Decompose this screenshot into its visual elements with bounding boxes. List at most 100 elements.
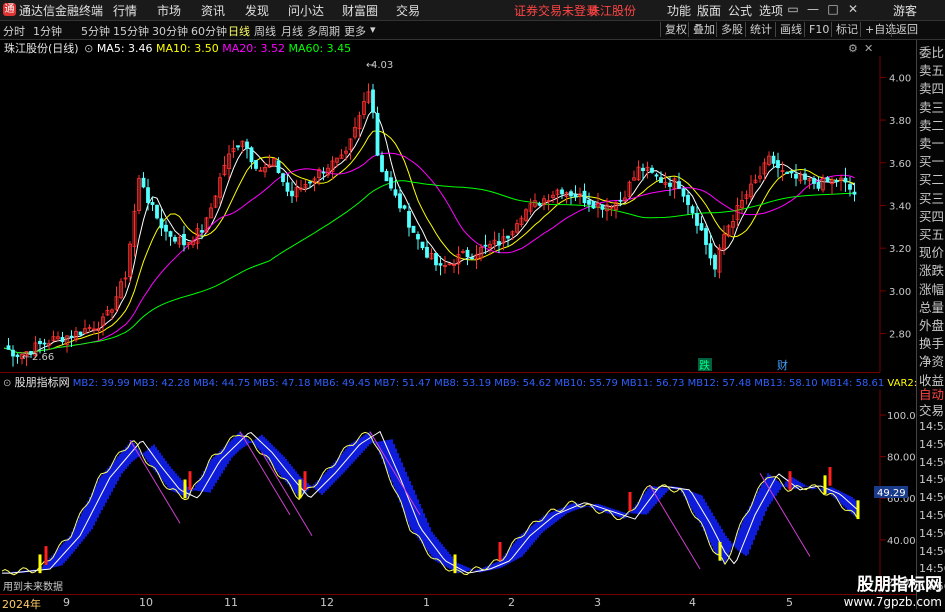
- guest-label[interactable]: 游客: [893, 2, 917, 19]
- candle-body: [582, 190, 587, 204]
- indicator-title[interactable]: 股朋指标网: [15, 376, 70, 389]
- candle-body: [398, 193, 402, 209]
- candle-body: [159, 218, 164, 229]
- period-60min[interactable]: 60分钟: [191, 23, 227, 39]
- candle-body: [537, 203, 542, 206]
- price-tick-label: 3.20: [889, 244, 911, 255]
- main-price-chart[interactable]: 4.003.803.603.403.203.002.80 4.03 ← ← 2.…: [0, 56, 916, 372]
- period-intraday[interactable]: 分时: [3, 23, 25, 39]
- candle-body: [182, 233, 186, 246]
- candle-body: [285, 182, 290, 192]
- indicator-legend-item: MB14: 58.61: [817, 378, 885, 389]
- period-5min[interactable]: 5分钟: [81, 23, 110, 39]
- candle-body: [654, 174, 659, 177]
- stock-title[interactable]: 珠江股份(日线): [4, 42, 79, 55]
- overlay-button[interactable]: 叠加: [688, 22, 719, 37]
- signal-bar: [788, 471, 792, 490]
- candle-body: [150, 201, 155, 205]
- tick-time: 14:56: [919, 509, 945, 522]
- menu-layout[interactable]: 版面: [697, 2, 721, 19]
- close-icon[interactable]: ✕: [843, 2, 863, 16]
- back-button[interactable]: 返回: [891, 22, 922, 37]
- draw-button[interactable]: 画线: [775, 22, 806, 37]
- candle-body: [173, 237, 177, 242]
- finance-event-label[interactable]: 财: [777, 358, 788, 372]
- month-label: 5: [786, 596, 793, 609]
- menu-assistant[interactable]: 问小达: [288, 2, 324, 19]
- candle-body: [591, 200, 596, 209]
- quote-field-label: 卖四: [919, 81, 945, 97]
- indicator-legend-item: MB9: 54.62: [491, 378, 552, 389]
- future-data-note: 用到未来数据: [3, 580, 63, 593]
- current-stock-notice[interactable]: 珠江股份: [588, 2, 636, 19]
- candle-body: [164, 224, 168, 232]
- candle-body: [843, 177, 848, 183]
- menu-trade[interactable]: 交易: [396, 2, 420, 19]
- multi-stock-button[interactable]: 多股: [716, 22, 747, 37]
- period-monthly[interactable]: 月线: [281, 23, 303, 39]
- menu-formula[interactable]: 公式: [728, 2, 752, 19]
- candle-body: [245, 141, 249, 149]
- indicator-chart[interactable]: 100.0080.0060.0040.0020.00 49.29 用到未来数据: [0, 390, 916, 594]
- menu-discover[interactable]: 发现: [245, 2, 269, 19]
- price-tick-label: 3.40: [889, 201, 911, 212]
- candle-body: [168, 231, 173, 237]
- candle-body: [641, 167, 645, 172]
- f10-button[interactable]: F10: [804, 22, 833, 37]
- period-weekly[interactable]: 周线: [254, 23, 276, 39]
- chevron-down-icon[interactable]: ▾: [370, 23, 376, 36]
- minimize-icon[interactable]: —: [803, 2, 823, 16]
- candle-body: [834, 179, 839, 183]
- candle-body: [380, 155, 384, 172]
- maximize-icon[interactable]: □: [823, 2, 843, 16]
- candle-body: [587, 199, 591, 205]
- quote-field-label: 买二: [919, 172, 945, 188]
- close-chart-icon[interactable]: ✕: [864, 42, 873, 55]
- menu-options[interactable]: 选项: [759, 2, 783, 19]
- tick-time: 14:56: [919, 544, 945, 558]
- candle-body: [308, 181, 312, 184]
- quote-field-label: 卖一: [919, 136, 945, 151]
- candle-body: [425, 246, 429, 258]
- menu-wealth-circle[interactable]: 财富圈: [342, 2, 378, 19]
- candle-body: [146, 187, 150, 203]
- period-multi[interactable]: 多周期: [307, 23, 340, 39]
- menu-bar: 通 通达信金融终端 行情 市场 资讯 发现 问小达 财富圈 交易 证券交易未登录…: [0, 0, 945, 21]
- candle-body: [789, 170, 794, 174]
- menu-market[interactable]: 市场: [157, 2, 181, 19]
- quote-field-label: 卖三: [919, 99, 945, 115]
- period-30min[interactable]: 30分钟: [152, 23, 188, 39]
- gear-icon[interactable]: ⊙: [84, 42, 93, 55]
- candle-body: [776, 160, 780, 169]
- stats-button[interactable]: 统计: [745, 22, 776, 37]
- month-label: 9: [63, 596, 70, 609]
- candle-body: [200, 230, 204, 233]
- quote-field-label: 买四: [919, 208, 945, 224]
- mark-button[interactable]: 标记: [831, 22, 862, 37]
- period-1min[interactable]: 1分钟: [33, 23, 62, 39]
- quote-field-label: 现价: [919, 245, 945, 261]
- adjust-button[interactable]: 复权: [660, 22, 691, 37]
- month-label: 11: [224, 596, 238, 609]
- tick-time: 14:56: [919, 455, 945, 469]
- menu-news[interactable]: 资讯: [201, 2, 225, 19]
- candle-body: [483, 244, 488, 247]
- month-label: 4: [689, 596, 696, 609]
- candle-body: [686, 194, 690, 205]
- period-more[interactable]: 更多: [344, 23, 366, 39]
- candle-body: [38, 340, 42, 345]
- candle-body: [254, 160, 258, 169]
- candle-body: [681, 188, 686, 197]
- restore-icon[interactable]: ▭: [783, 2, 803, 16]
- sub-gear-icon[interactable]: ⊙: [3, 378, 11, 389]
- low-price-label: 2.66: [32, 352, 54, 363]
- indicator-legend-item: MB10: 55.79: [551, 378, 618, 389]
- trade-login-status[interactable]: 证券交易未登录: [514, 2, 598, 19]
- period-15min[interactable]: 15分钟: [113, 23, 149, 39]
- candle-body: [236, 145, 240, 148]
- period-daily[interactable]: 日线: [228, 23, 250, 39]
- settings-icon[interactable]: ⚙: [848, 42, 858, 55]
- menu-functions[interactable]: 功能: [667, 2, 691, 19]
- sub-chart-header: ⊙ 股朋指标网 MB2: 39.99 MB3: 42.28 MB4: 44.75…: [0, 374, 945, 390]
- menu-quotes[interactable]: 行情: [113, 2, 137, 19]
